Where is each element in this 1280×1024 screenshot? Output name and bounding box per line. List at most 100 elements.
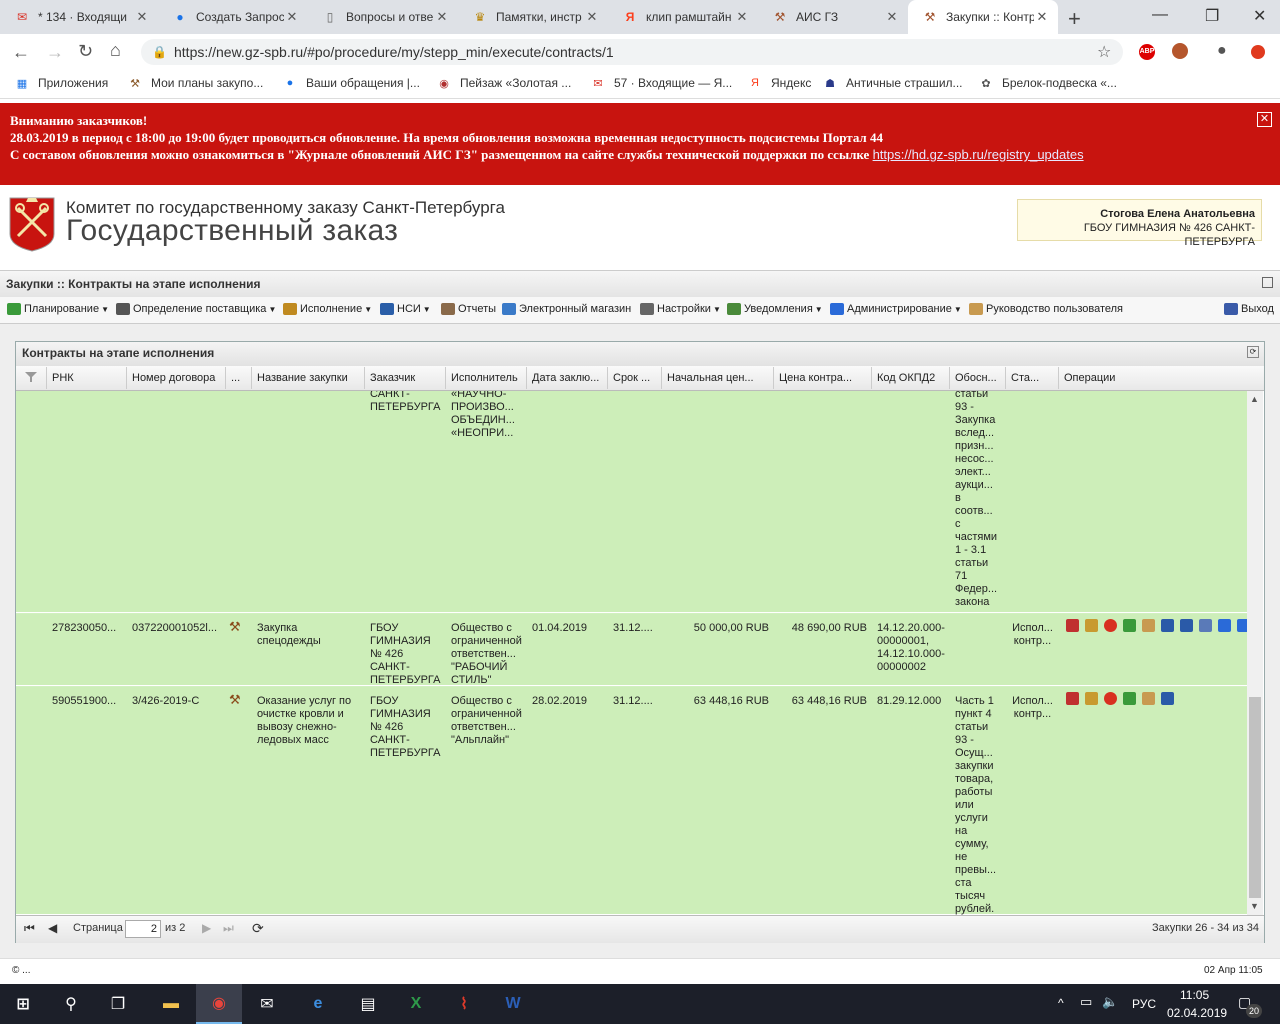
page-number-input[interactable]: 2 — [125, 920, 161, 938]
new-tab-button[interactable]: + — [1068, 6, 1081, 32]
extension-icon[interactable] — [1172, 43, 1188, 59]
close-tab-icon[interactable]: ✕ — [434, 9, 450, 25]
tray-chevron-icon[interactable]: ^ — [1058, 996, 1064, 1010]
back-icon[interactable]: ← — [12, 42, 30, 63]
column-divider[interactable] — [661, 367, 662, 389]
operation-icon[interactable] — [1142, 619, 1155, 632]
scrollbar-thumb[interactable] — [1249, 697, 1261, 898]
edge-icon[interactable]: e — [295, 984, 341, 1024]
column-header-1[interactable]: Номер договора — [132, 372, 221, 384]
operation-icon[interactable] — [1066, 692, 1079, 705]
tab-4[interactable]: Яклип рамштайн ✕ — [608, 0, 758, 34]
column-divider[interactable] — [1058, 367, 1059, 389]
refresh-icon[interactable]: ⟳ — [252, 920, 264, 937]
home-icon[interactable]: ⌂ — [110, 40, 121, 61]
clock-date[interactable]: 02.04.2019 — [1167, 1006, 1227, 1020]
bookmark-1[interactable]: ⚒ Мои планы закупо... — [127, 76, 263, 90]
alert-link[interactable]: https://hd.gz-spb.ru/registry_updates — [873, 147, 1084, 162]
close-tab-icon[interactable]: ✕ — [584, 9, 600, 25]
bookmark-5[interactable]: Я Яндекс — [747, 76, 811, 90]
collapse-icon[interactable] — [1262, 277, 1273, 288]
search-icon[interactable]: ⚲ — [48, 984, 94, 1024]
column-divider[interactable] — [364, 367, 365, 389]
close-tab-icon[interactable]: ✕ — [284, 9, 300, 25]
operation-icon[interactable] — [1161, 692, 1174, 705]
close-tab-icon[interactable]: ✕ — [1034, 9, 1050, 25]
start-icon[interactable]: ⊞ — [0, 984, 46, 1024]
star-icon[interactable]: ☆ — [1097, 42, 1111, 62]
lock-icon[interactable]: 🔒 — [152, 45, 167, 59]
forward-icon[interactable]: → — [46, 42, 64, 63]
column-divider[interactable] — [871, 367, 872, 389]
menu-item-8[interactable]: Администрирование ▼ — [830, 303, 962, 315]
pdf-icon[interactable]: ⌇ — [441, 984, 487, 1024]
chrome-icon[interactable]: ◉ — [196, 984, 242, 1024]
close-tab-icon[interactable]: ✕ — [884, 9, 900, 25]
column-header-4[interactable]: Заказчик — [370, 372, 441, 384]
profile-icon[interactable]: ● — [1217, 42, 1227, 60]
bookmark-6[interactable]: ☗ Античные страшил... — [822, 76, 962, 90]
bookmark-2[interactable]: ● Ваши обращения |... — [282, 76, 420, 90]
scanner-icon[interactable]: ▤ — [345, 984, 391, 1024]
menu-item-7[interactable]: Уведомления ▼ — [727, 303, 823, 315]
maximize-icon[interactable]: ❐ — [1205, 6, 1219, 26]
tab-1[interactable]: ● Создать Запрос ✕ — [158, 0, 308, 34]
network-icon[interactable]: ▭ — [1080, 994, 1092, 1010]
tab-5[interactable]: ⚒ АИС ГЗ ✕ — [758, 0, 908, 34]
column-divider[interactable] — [773, 367, 774, 389]
minimize-icon[interactable]: — — [1152, 6, 1168, 24]
operation-icon[interactable] — [1180, 619, 1193, 632]
column-divider[interactable] — [126, 367, 127, 389]
column-header-11[interactable]: Обосн... — [955, 372, 1001, 384]
clock-time[interactable]: 11:05 — [1180, 988, 1209, 1002]
column-header-5[interactable]: Исполнитель — [451, 372, 522, 384]
table-row[interactable]: 590551900... 3/426-2019-С Оказание услуг п… — [16, 687, 1247, 915]
mail-icon[interactable]: ✉ — [244, 984, 290, 1024]
menu-item-9[interactable]: Руководство пользователя — [969, 303, 1123, 315]
task-view-icon[interactable]: ❐ — [95, 984, 141, 1024]
column-header-3[interactable]: Название закупки — [257, 372, 360, 384]
menu-update-icon[interactable] — [1251, 45, 1265, 59]
menu-item-1[interactable]: Определение поставщика ▼ — [116, 303, 276, 315]
column-divider[interactable] — [225, 367, 226, 389]
column-header-10[interactable]: Код ОКПД2 — [877, 372, 945, 384]
operation-icon[interactable] — [1104, 692, 1117, 705]
column-header-2[interactable]: ... — [231, 372, 247, 384]
volume-icon[interactable]: 🔈 — [1102, 994, 1118, 1010]
table-row[interactable]: 278230050... 037220001052l... Закупка спец… — [16, 614, 1247, 686]
prev-page-icon[interactable]: ◀ — [48, 921, 57, 935]
menu-item-3[interactable]: НСИ ▼ — [380, 303, 431, 315]
filter-clear-icon[interactable] — [24, 371, 38, 383]
column-divider[interactable] — [445, 367, 446, 389]
bookmark-3[interactable]: ◉ Пейзаж «Золотая ... — [436, 76, 571, 90]
tab-6[interactable]: ⚒ Закупки :: Контр ✕ — [908, 0, 1058, 34]
language-indicator[interactable]: РУС — [1132, 997, 1156, 1011]
bookmark-7[interactable]: ✿ Брелок-подвеска «... — [978, 76, 1117, 90]
adblock-icon[interactable]: ABP — [1139, 44, 1155, 60]
column-divider[interactable] — [526, 367, 527, 389]
table-row[interactable]: САНКТ- ПЕТЕРБУРГА «НАУЧНО- ПРОИЗВО... ОБЪ… — [16, 391, 1247, 613]
tab-0[interactable]: ✉ * 134 · Входящи ✕ — [0, 0, 158, 34]
bookmark-4[interactable]: ✉ 57 · Входящие — Я... — [590, 76, 732, 90]
menu-item-2[interactable]: Исполнение ▼ — [283, 303, 372, 315]
operation-icon[interactable] — [1161, 619, 1174, 632]
column-divider[interactable] — [1005, 367, 1006, 389]
operation-icon[interactable] — [1085, 692, 1098, 705]
column-header-9[interactable]: Цена контра... — [779, 372, 867, 384]
close-alert-icon[interactable]: ✕ — [1257, 112, 1272, 127]
column-divider[interactable] — [607, 367, 608, 389]
bookmark-0[interactable]: ▦ Приложения — [14, 76, 108, 90]
column-header-7[interactable]: Срок ... — [613, 372, 657, 384]
user-name[interactable]: Стогова Елена Анатольевна — [1018, 207, 1255, 221]
operation-icon[interactable] — [1237, 619, 1247, 632]
word-icon[interactable]: W — [490, 984, 536, 1024]
last-page-icon[interactable]: ⏭ — [223, 921, 234, 936]
operation-icon[interactable] — [1123, 692, 1136, 705]
logout-button[interactable]: Выход — [1224, 303, 1274, 315]
operation-icon[interactable] — [1142, 692, 1155, 705]
column-divider[interactable] — [251, 367, 252, 389]
operation-icon[interactable] — [1104, 619, 1117, 632]
menu-item-6[interactable]: Настройки ▼ — [640, 303, 721, 315]
close-window-icon[interactable]: ✕ — [1253, 6, 1266, 26]
first-page-icon[interactable]: ⏮ — [24, 921, 35, 936]
